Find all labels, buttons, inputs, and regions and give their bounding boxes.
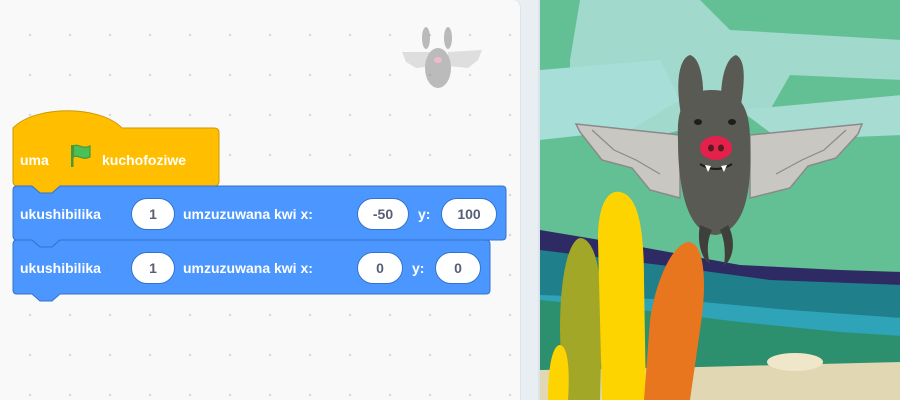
glide-to-x-label: umzuzuwana kwi x:	[183, 206, 313, 222]
glide-secs-input[interactable]: 1	[131, 252, 175, 284]
glide-y-label: y:	[418, 206, 431, 222]
glide-y-input[interactable]: 0	[435, 252, 481, 284]
glide-secs-input[interactable]: 1	[131, 198, 175, 230]
glide-label: ukushibilika	[20, 260, 101, 276]
script-stack	[12, 110, 507, 302]
glide-x-input[interactable]: -50	[357, 198, 409, 230]
panel-divider	[521, 0, 538, 400]
green-flag-icon	[71, 144, 91, 167]
glide-x-input[interactable]: 0	[357, 252, 403, 284]
code-workspace[interactable]: uma kuchofoziwe ukushibilika 1 umzuzuwan…	[0, 0, 521, 400]
glide-y-input[interactable]: 100	[441, 198, 497, 230]
hat-label-when: uma	[20, 152, 49, 168]
glide-to-x-label: umzuzuwana kwi x:	[183, 260, 313, 276]
glide-label: ukushibilika	[20, 206, 101, 222]
stage[interactable]	[538, 0, 900, 400]
hat-label-clicked: kuchofoziwe	[102, 152, 187, 168]
glide-y-label: y:	[412, 260, 425, 276]
desert-hills-backdrop	[540, 0, 900, 400]
